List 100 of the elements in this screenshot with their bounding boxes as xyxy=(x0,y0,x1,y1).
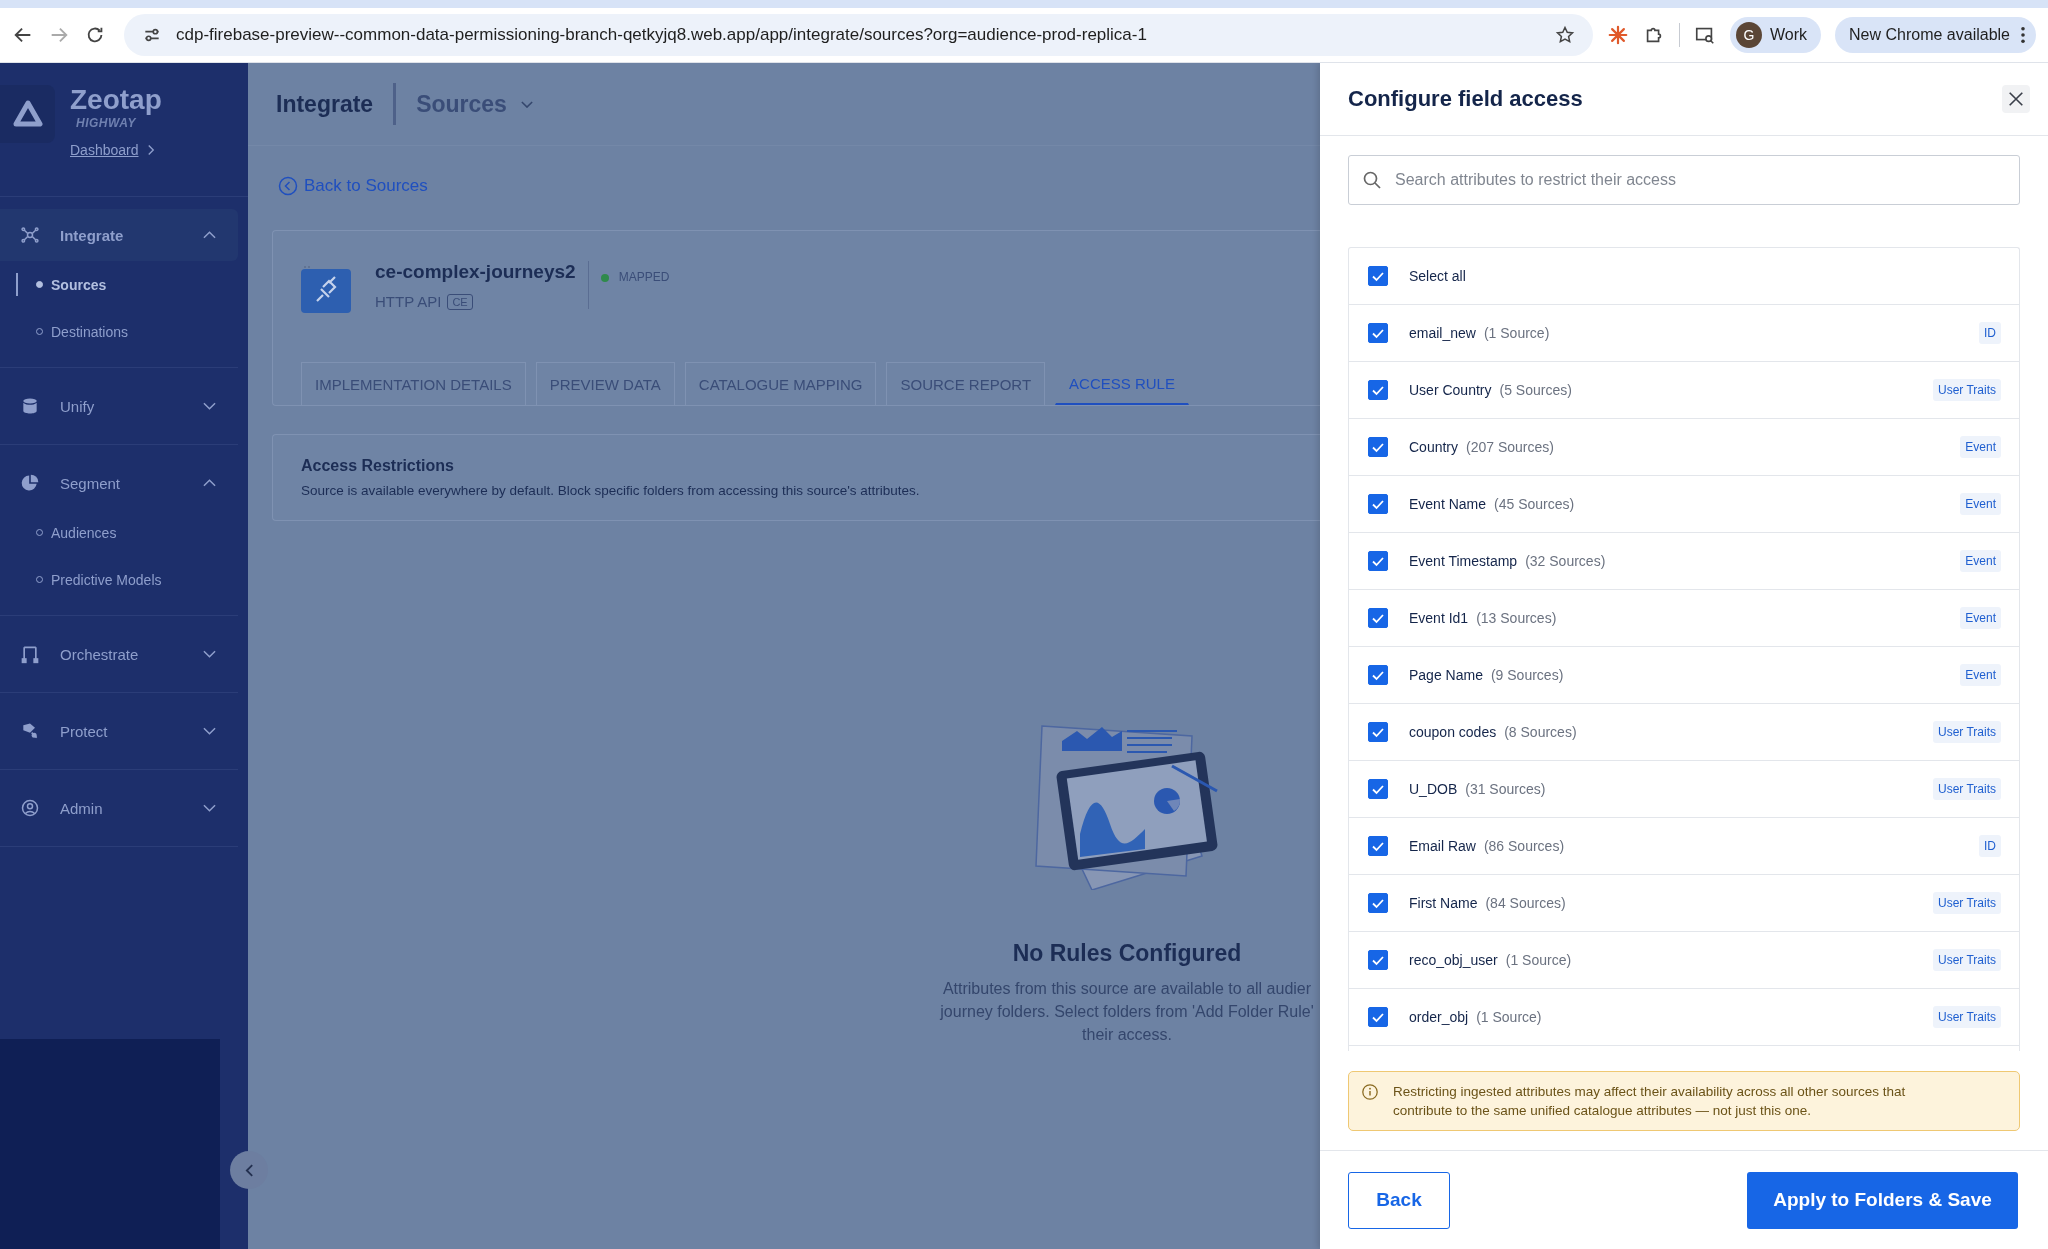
source-name: ce-complex-journeys2 xyxy=(375,261,576,283)
empty-state-text: their access. xyxy=(1082,1025,1172,1045)
source-count: (9 Sources) xyxy=(1490,667,1564,683)
address-bar[interactable]: cdp-firebase-preview--common-data-permissioning-branch-qetkyjq8.web.app/app/integrate/sources?org=audience-prod-replica-1 xyxy=(124,14,1593,56)
attribute-name: Page Name xyxy=(1409,667,1483,683)
nav-label: Integrate xyxy=(60,226,125,244)
nav-subitem[interactable]: Predictive Models xyxy=(0,556,238,603)
back-circle-icon xyxy=(278,176,298,196)
update-label: New Chrome available xyxy=(1849,26,2010,44)
asterisk-icon[interactable] xyxy=(1607,24,1629,46)
attribute-name: U_DOB xyxy=(1409,781,1458,797)
nav-item[interactable]: Protect xyxy=(0,705,238,757)
source-count: (84 Sources) xyxy=(1485,895,1566,911)
attribute-tag: User Traits xyxy=(1933,379,2001,401)
profile-label: Work xyxy=(1770,26,1808,44)
search-icon xyxy=(1362,170,1382,190)
attribute-tag: ID xyxy=(1979,835,2001,857)
star-icon[interactable] xyxy=(1555,25,1575,45)
flow-icon xyxy=(20,644,40,664)
close-button[interactable] xyxy=(2002,85,2030,113)
save-button[interactable]: Apply to Folders & Save xyxy=(1747,1171,2018,1229)
integration-icon xyxy=(20,225,40,245)
source-count: (8 Sources) xyxy=(1504,724,1577,740)
attribute-name: coupon codes xyxy=(1409,724,1497,740)
checkbox[interactable] xyxy=(1368,779,1388,799)
section-description: Source is available everywhere by default. Block specific folders from accessing this source's attributes. xyxy=(301,483,921,498)
attribute-tag: User Traits xyxy=(1933,892,2001,914)
checkbox[interactable] xyxy=(1368,950,1388,970)
nav-item[interactable]: Integrate xyxy=(0,209,238,261)
nav-item[interactable]: Unify xyxy=(0,380,238,432)
attribute-tag: Event xyxy=(1960,607,2001,629)
attribute-tag: Event xyxy=(1960,436,2001,458)
checkbox[interactable] xyxy=(1368,266,1388,286)
attribute-name: Country xyxy=(1409,439,1459,455)
chevron-down-icon xyxy=(520,100,533,108)
nav-subitem[interactable]: Destinations xyxy=(0,308,238,355)
panel-title: Configure field access xyxy=(1348,86,1583,112)
nav-item[interactable]: Orchestrate xyxy=(0,628,238,680)
chevron-right-icon xyxy=(146,143,155,156)
attribute-name: Event Timestamp xyxy=(1409,553,1518,569)
user-circle-icon xyxy=(20,798,40,818)
checkbox[interactable] xyxy=(1368,722,1388,742)
nav-subitem[interactable]: Sources xyxy=(0,261,238,308)
dashboard-link[interactable]: Dashboard xyxy=(70,141,139,158)
attribute-name: email_new xyxy=(1409,325,1476,341)
source-count: (207 Sources) xyxy=(1466,439,1554,455)
attribute-tag: ID xyxy=(1979,322,2001,344)
checkbox[interactable] xyxy=(1368,551,1388,571)
attribute-tag: User Traits xyxy=(1933,1006,2001,1028)
empty-state-text: journey folders. Select folders from 'Add Folder Rule' xyxy=(940,1002,1314,1022)
empty-state-text: Attributes from this source are available to all audier xyxy=(942,979,1312,999)
attribute-name: Event Id1 xyxy=(1409,610,1469,626)
source-count: (86 Sources) xyxy=(1483,838,1565,854)
attribute-name: First Name xyxy=(1409,895,1478,911)
checkbox[interactable] xyxy=(1368,380,1388,400)
attribute-tag: User Traits xyxy=(1933,721,2001,743)
checkbox[interactable] xyxy=(1368,608,1388,628)
pie-chart-icon xyxy=(20,473,40,493)
profile-button[interactable]: G Work xyxy=(1730,17,1822,53)
attribute-name: reco_obj_user xyxy=(1409,952,1498,968)
nav-label: Admin xyxy=(60,799,104,817)
source-count: (5 Sources) xyxy=(1499,382,1572,398)
info-icon xyxy=(1361,1083,1379,1101)
nav-label: Orchestrate xyxy=(60,645,140,663)
close-icon xyxy=(2007,90,2025,108)
checkbox[interactable] xyxy=(1368,437,1388,457)
checkbox[interactable] xyxy=(1368,836,1388,856)
nav-label: Unify xyxy=(60,397,96,415)
database-icon xyxy=(20,396,40,416)
update-button[interactable]: New Chrome available xyxy=(1835,17,2036,53)
search-field[interactable]: Search attributes to restrict their access xyxy=(1348,155,2020,205)
attribute-tag: Event xyxy=(1960,550,2001,572)
profile-avatar: G xyxy=(1736,22,1762,48)
checkbox[interactable] xyxy=(1368,1007,1388,1027)
nav-subitem[interactable]: Audiences xyxy=(0,509,238,556)
source-count: (31 Sources) xyxy=(1465,781,1546,797)
more-icon[interactable] xyxy=(2020,26,2026,44)
section-heading: Access Restrictions xyxy=(301,457,455,475)
attribute-name: Event Name xyxy=(1409,496,1487,512)
select-all-label: Select all xyxy=(1409,268,1466,284)
plug-icon xyxy=(301,265,351,313)
brand-subtitle: HIGHWAY xyxy=(76,115,136,130)
checkbox[interactable] xyxy=(1368,665,1388,685)
attribute-tag: Event xyxy=(1960,493,2001,515)
attribute-name: order_obj xyxy=(1409,1009,1469,1025)
checkbox[interactable] xyxy=(1368,494,1388,514)
source-count: (32 Sources) xyxy=(1525,553,1606,569)
nav-item[interactable]: Segment xyxy=(0,457,238,509)
nav-item[interactable]: Admin xyxy=(0,782,238,834)
nav-label: Protect xyxy=(60,722,109,740)
checkbox[interactable] xyxy=(1368,323,1388,343)
source-count: (13 Sources) xyxy=(1476,610,1557,626)
url-text: cdp-firebase-preview--common-data-permissioning-branch-qetkyjq8.web.app/app/integrate/sources?org=audience-prod-replica-1 xyxy=(176,25,1148,45)
source-count: (1 Source) xyxy=(1483,325,1550,341)
back-button[interactable]: Back xyxy=(1348,1171,1450,1229)
attribute-name: Email Raw xyxy=(1409,838,1476,854)
chevron-left-icon xyxy=(244,1162,254,1178)
status-dot xyxy=(600,274,609,282)
checkbox[interactable] xyxy=(1368,893,1388,913)
attribute-tag: Event xyxy=(1960,664,2001,686)
